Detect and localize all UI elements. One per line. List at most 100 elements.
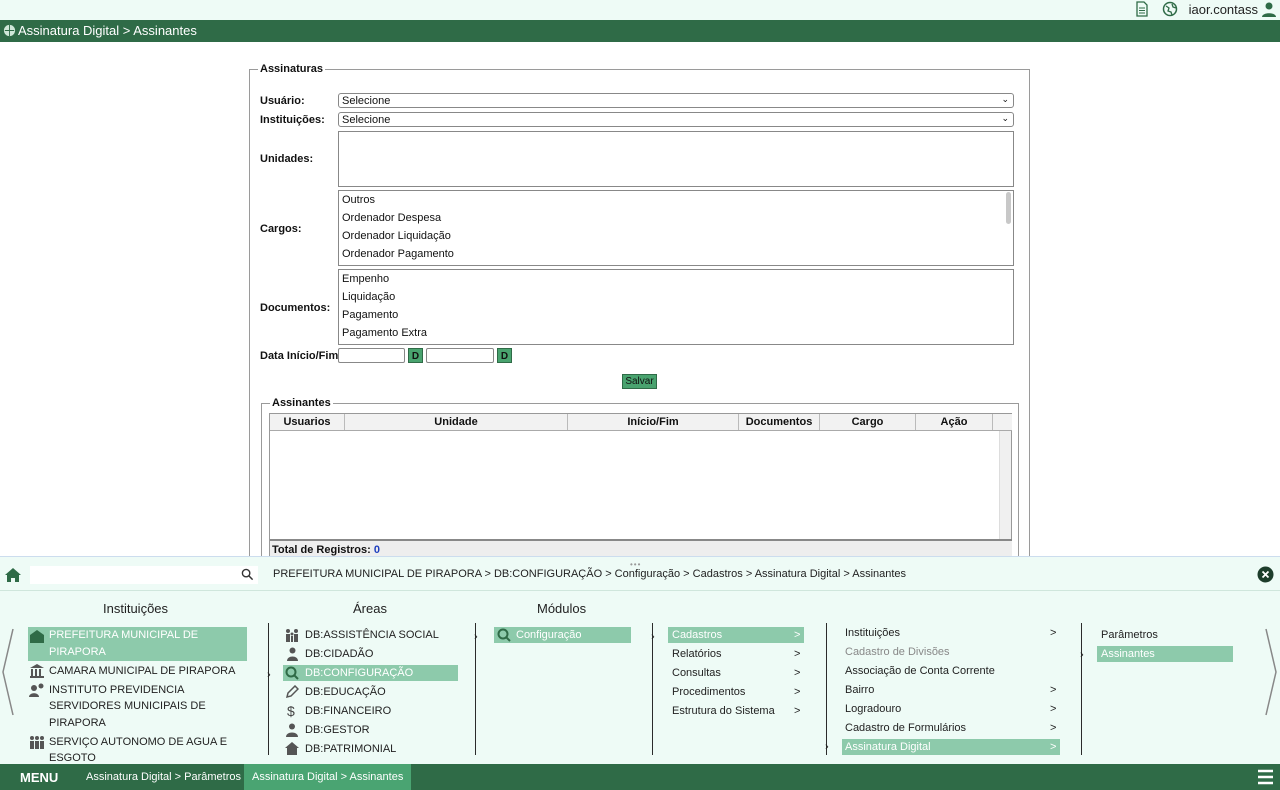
column-header-documentos[interactable]: Documentos xyxy=(739,414,820,430)
modulo-configuracao-label: Configuração xyxy=(516,629,582,641)
assinaturas-legend: Assinaturas xyxy=(260,63,323,75)
config-search-icon xyxy=(497,628,511,642)
menu-button[interactable]: MENU xyxy=(20,770,58,785)
column-header-acao[interactable]: Ação xyxy=(916,414,993,430)
chevron-right-icon: > xyxy=(794,686,801,698)
documento-option[interactable]: Liquidação xyxy=(339,288,1013,306)
area-financeiro[interactable]: DB:FINANCEIRO xyxy=(305,705,391,717)
instituicoes-header: Instituições xyxy=(103,601,169,616)
area-configuracao-label: DB:CONFIGURAÇÃO xyxy=(305,667,414,679)
menu-procedimentos[interactable]: Procedimentos xyxy=(672,686,745,698)
cargos-scrollbar[interactable] xyxy=(1006,192,1011,224)
window-titlebar: Assinatura Digital > Assinantes ? xyxy=(0,20,1280,42)
chevron-down-icon: ⌄ xyxy=(1001,94,1009,104)
menu-cadastro-divisoes[interactable]: Cadastro de Divisões xyxy=(845,646,950,658)
menu-estrutura-sistema[interactable]: Estrutura do Sistema xyxy=(672,705,775,717)
menu-assinatura-digital-label: Assinatura Digital xyxy=(845,741,931,753)
usuario-select[interactable]: Selecione ⌄ xyxy=(338,93,1014,108)
globe-icon[interactable] xyxy=(1162,1,1178,17)
documentos-listbox[interactable]: Empenho Liquidação Pagamento Pagamento E… xyxy=(338,269,1014,345)
instituicoes-select[interactable]: Selecione ⌄ xyxy=(338,112,1014,127)
family-icon xyxy=(286,629,298,642)
chevron-right-icon: › xyxy=(825,741,829,753)
chevron-right-icon: › xyxy=(267,669,271,681)
search-icon[interactable] xyxy=(241,568,254,581)
chevron-right-icon: > xyxy=(1050,722,1057,734)
grid-scrollbar[interactable] xyxy=(999,431,1011,539)
scroll-right-icon[interactable] xyxy=(1264,627,1278,717)
username[interactable]: iaor.contass xyxy=(1189,2,1258,17)
instituicao-instituto[interactable]: INSTITUTO PREVIDENCIA xyxy=(49,684,184,696)
column-header-usuarios[interactable]: Usuarios xyxy=(270,414,345,430)
close-panel-icon[interactable] xyxy=(1257,566,1274,583)
user-icon[interactable] xyxy=(1261,1,1277,17)
unidades-label: Unidades: xyxy=(260,153,314,165)
instituicao-label: PREFEITURA MUNICIPAL DE xyxy=(49,629,199,641)
cargo-option[interactable]: Outros xyxy=(339,191,1013,209)
grid-footer: Total de Registros: 0 xyxy=(270,539,1012,557)
area-cidadao[interactable]: DB:CIDADÃO xyxy=(305,648,373,660)
menu-relatorios[interactable]: Relatórios xyxy=(672,648,722,660)
instituicao-label: PIRAPORA xyxy=(49,717,106,729)
cargos-listbox[interactable]: Outros Ordenador Despesa Ordenador Liqui… xyxy=(338,190,1014,266)
dollar-icon: $ xyxy=(287,703,295,719)
menu-logradouro[interactable]: Logradouro xyxy=(845,703,901,715)
chevron-down-icon: ⌄ xyxy=(1001,113,1009,123)
app-logo-icon xyxy=(3,24,16,37)
cargo-option[interactable]: Ordenador Pagamento xyxy=(339,245,1013,263)
salvar-button[interactable]: Salvar xyxy=(622,374,657,389)
scroll-left-icon[interactable] xyxy=(1,627,15,717)
people-gear-icon xyxy=(29,683,44,697)
column-header-unidade[interactable]: Unidade xyxy=(345,414,568,430)
column-divider xyxy=(826,623,827,755)
cargo-option[interactable]: Ordenador Liquidação xyxy=(339,227,1013,245)
usuario-select-value: Selecione xyxy=(342,95,391,107)
chevron-right-icon: > xyxy=(794,667,801,679)
menu-instituicoes[interactable]: Instituições xyxy=(845,627,900,639)
data-fim-picker-button[interactable]: D xyxy=(497,348,512,363)
cargo-option[interactable]: Ordenador Despesa xyxy=(339,209,1013,227)
data-inicio-picker-button[interactable]: D xyxy=(408,348,423,363)
documento-option[interactable]: Pagamento Extra xyxy=(339,324,1013,342)
home-icon[interactable] xyxy=(4,567,22,583)
menu-associacao-conta-corrente[interactable]: Associação de Conta Corrente xyxy=(845,665,995,677)
instituicao-saae[interactable]: SERVIÇO AUTONOMO DE AGUA E xyxy=(49,736,227,748)
window-title: Assinatura Digital > Assinantes xyxy=(18,23,197,38)
area-patrimonial[interactable]: DB:PATRIMONIAL xyxy=(305,743,396,755)
hamburger-icon[interactable] xyxy=(1257,769,1274,785)
data-inicio-input[interactable] xyxy=(338,348,405,363)
menu-bairro[interactable]: Bairro xyxy=(845,684,874,696)
chevron-right-icon: > xyxy=(1050,741,1057,753)
area-assistencia-social[interactable]: DB:ASSISTÊNCIA SOCIAL xyxy=(305,629,439,641)
menu-parametros[interactable]: Parâmetros xyxy=(1101,629,1158,641)
usuario-label: Usuário: xyxy=(260,95,305,107)
area-educacao[interactable]: DB:EDUCAÇÃO xyxy=(305,686,386,698)
instituicao-camara[interactable]: CAMARA MUNICIPAL DE PIRAPORA xyxy=(49,665,235,677)
instituicoes-label: Instituições: xyxy=(260,114,325,126)
manager-icon xyxy=(286,723,298,737)
menu-cadastro-formularios[interactable]: Cadastro de Formulários xyxy=(845,722,966,734)
menu-assinantes-label: Assinantes xyxy=(1101,648,1155,660)
instituicoes-select-value: Selecione xyxy=(342,114,391,126)
cargos-label: Cargos: xyxy=(260,223,302,235)
documento-option[interactable]: Pagamento xyxy=(339,306,1013,324)
data-fim-input[interactable] xyxy=(426,348,494,363)
instituicao-label: ESGOTO xyxy=(49,752,96,761)
task-tab-parametros[interactable]: Assinatura Digital > Parâmetros xyxy=(78,764,249,790)
unidades-listbox[interactable] xyxy=(338,131,1014,187)
chevron-right-icon: › xyxy=(651,631,655,643)
document-icon[interactable] xyxy=(1134,1,1150,17)
chevron-right-icon: › xyxy=(474,631,478,643)
column-header-cargo[interactable]: Cargo xyxy=(820,414,916,430)
documento-option[interactable]: Empenho xyxy=(339,270,1013,288)
assinantes-grid: Usuarios Unidade Início/Fim Documentos C… xyxy=(269,413,1012,563)
total-label: Total de Registros: xyxy=(272,544,371,556)
column-header-inicio-fim[interactable]: Início/Fim xyxy=(568,414,739,430)
menu-search-input[interactable] xyxy=(30,566,258,584)
area-gestor[interactable]: DB:GESTOR xyxy=(305,724,370,736)
columns-building-icon xyxy=(30,664,44,678)
menu-consultas[interactable]: Consultas xyxy=(672,667,721,679)
column-divider xyxy=(268,623,269,755)
chevron-right-icon: > xyxy=(1050,627,1057,639)
task-tab-assinantes[interactable]: Assinatura Digital > Assinantes xyxy=(244,764,412,790)
